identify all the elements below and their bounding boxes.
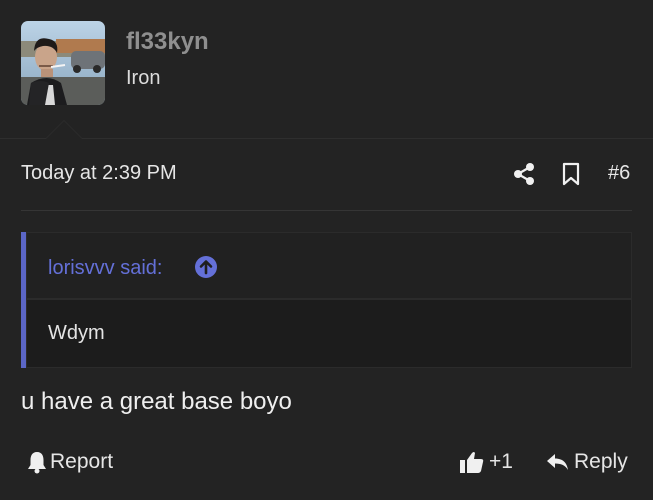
- thumbs-up-icon: [460, 452, 484, 473]
- avatar[interactable]: [21, 21, 105, 105]
- reply-arrow-icon: [547, 454, 568, 470]
- arrow-up-circle-icon[interactable]: [194, 255, 218, 284]
- report-button[interactable]: Report: [26, 450, 113, 474]
- reply-label: Reply: [574, 450, 628, 473]
- quote-body: Wdym: [26, 299, 632, 368]
- post-author-block: fl33kyn Iron: [0, 0, 653, 138]
- post-number-link[interactable]: #6: [608, 162, 630, 185]
- bell-icon: [28, 452, 46, 474]
- author-pointer-inner: [46, 121, 82, 139]
- report-label: Report: [50, 450, 114, 473]
- author-divider: [0, 138, 653, 139]
- like-button[interactable]: +1: [459, 450, 513, 474]
- quote-block: lorisvvv said: Wdym: [21, 232, 632, 368]
- bookmark-icon[interactable]: [561, 162, 581, 191]
- quote-text: Wdym: [48, 322, 105, 344]
- avatar-image: [21, 21, 105, 105]
- user-title: Iron: [126, 67, 161, 89]
- reply-button[interactable]: Reply: [545, 450, 628, 474]
- quote-header: lorisvvv said:: [26, 232, 632, 299]
- username[interactable]: fl33kyn: [126, 28, 209, 56]
- meta-divider: [21, 210, 632, 211]
- post-date[interactable]: Today at 2:39 PM: [21, 162, 177, 185]
- like-count: +1: [489, 450, 513, 473]
- share-icon[interactable]: [513, 162, 535, 191]
- post-message: u have a great base boyo: [21, 388, 292, 415]
- quote-author[interactable]: lorisvvv said:: [48, 257, 162, 280]
